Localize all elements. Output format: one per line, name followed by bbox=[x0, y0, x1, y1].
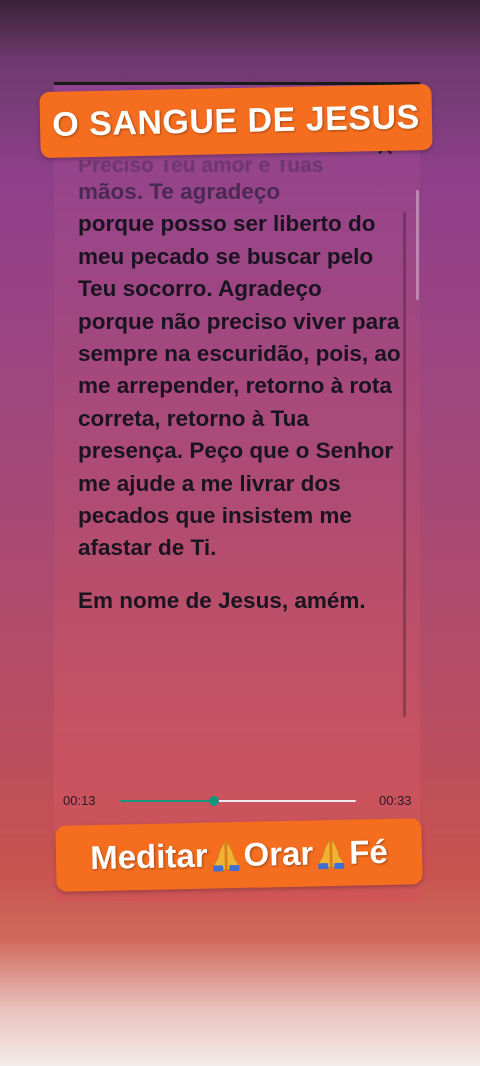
progress-knob[interactable] bbox=[209, 795, 220, 806]
title-banner: O SANGUE DE JESUS bbox=[39, 83, 433, 159]
title-text: O SANGUE DE JESUS bbox=[51, 97, 421, 144]
praying-hands-icon bbox=[318, 838, 345, 870]
footer-word-orar: Orar bbox=[243, 834, 314, 873]
footer-banner: Meditar Orar Fé bbox=[55, 818, 423, 892]
prayer-text-area[interactable]: Preciso Teu amor e Tuas mãos. Te agradeç… bbox=[78, 160, 403, 720]
scrollbar-track[interactable] bbox=[403, 212, 406, 717]
footer-word-fe: Fé bbox=[348, 832, 389, 871]
footer-text: Meditar Orar Fé bbox=[90, 833, 388, 877]
prayer-body-text: porque posso ser liberto do meu pecado s… bbox=[78, 211, 401, 561]
progress-fill bbox=[120, 799, 215, 802]
footer-word-meditar: Meditar bbox=[89, 836, 208, 877]
faded-top-line: Preciso Teu amor e Tuas bbox=[78, 160, 324, 177]
prayer-dim-text: mãos. Te agradeço bbox=[78, 179, 281, 204]
total-time: 00:33 bbox=[379, 793, 412, 808]
scrollbar-thumb[interactable] bbox=[416, 190, 419, 300]
progress-slider[interactable] bbox=[120, 795, 356, 806]
prayer-paragraph-1: mãos. Te agradeço porque posso ser libert… bbox=[78, 176, 403, 565]
praying-hands-icon bbox=[212, 841, 239, 872]
current-time: 00:13 bbox=[63, 793, 96, 808]
prayer-paragraph-2: Em nome de Jesus, amém. bbox=[78, 587, 366, 613]
